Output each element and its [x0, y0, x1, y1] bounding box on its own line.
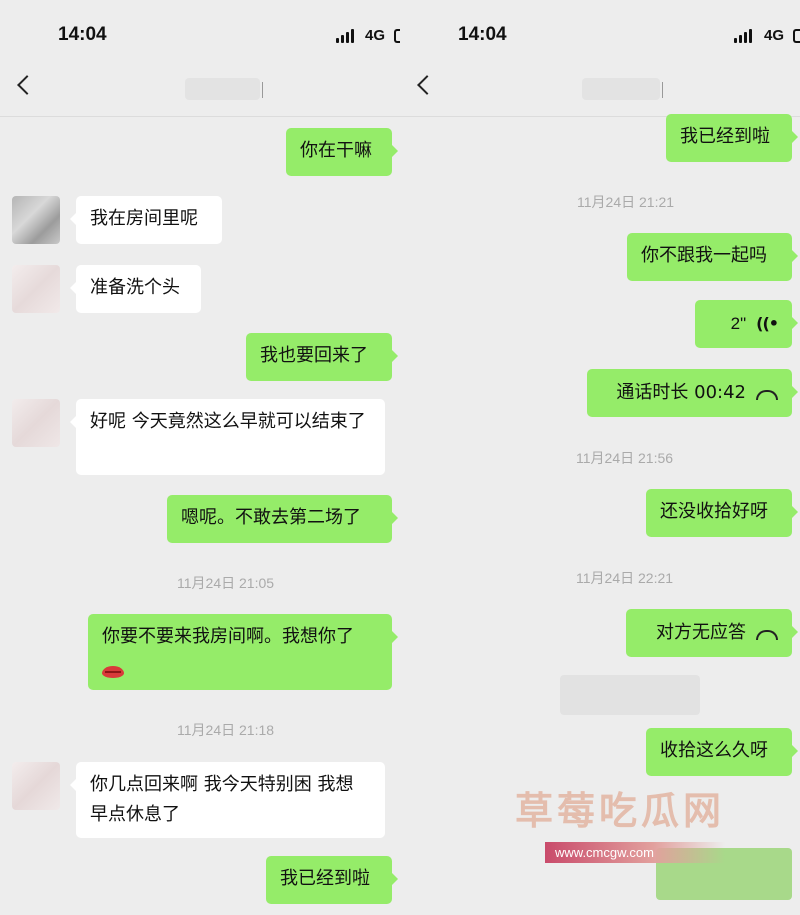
nav-divider	[0, 116, 400, 117]
message-bubble-sent[interactable]: 你要不要来我房间啊。我想你了	[88, 614, 398, 690]
redacted-region	[560, 675, 700, 715]
battery-icon	[793, 29, 800, 43]
message-text: 你要不要来我房间啊。我想你了	[102, 626, 354, 647]
message-text: 还没收拾好呀	[660, 501, 768, 522]
message-bubble-sent[interactable]: 还没收拾好呀	[646, 489, 798, 537]
message-bubble-sent[interactable]: 嗯呢。不敢去第二场了	[167, 495, 398, 543]
voice-duration: 2"	[730, 314, 747, 333]
signal-icon	[734, 29, 754, 43]
message-bubble-sent[interactable]: 收拾这么久呀	[646, 728, 798, 776]
contact-avatar[interactable]	[12, 196, 60, 244]
timestamp: 11月24日 22:21	[576, 570, 674, 586]
signal-icon	[336, 29, 356, 43]
title-separator	[662, 82, 663, 98]
message-bubble-sent[interactable]: 我已经到啦	[666, 114, 798, 162]
message-text: 准备洗个头	[90, 277, 180, 298]
contact-name-blurred	[582, 78, 660, 100]
contact-name-blurred	[185, 78, 260, 100]
call-record-bubble[interactable]: 对方无应答	[626, 609, 798, 657]
message-text: 你不跟我一起吗	[641, 245, 767, 266]
call-record-bubble[interactable]: 通话时长 00:42	[587, 369, 798, 417]
title-separator	[262, 82, 263, 98]
network-label: 4G	[365, 27, 386, 44]
message-bubble-received[interactable]: 好呢 今天竟然这么早就可以结束了	[70, 399, 385, 475]
message-text: 我已经到啦	[680, 126, 770, 147]
watermark-url: www.cmcgw.com	[545, 842, 725, 863]
contact-avatar[interactable]	[12, 762, 60, 810]
message-text: 我已经到啦	[280, 868, 370, 889]
watermark-logo-text: 草莓吃瓜网	[515, 789, 726, 833]
message-text: 你几点回来啊 我今天特别困 我想早点休息了	[90, 774, 354, 825]
back-chevron-icon[interactable]	[17, 75, 37, 95]
phone-hangup-icon	[756, 630, 778, 640]
status-time: 14:04	[58, 24, 107, 45]
timestamp: 11月24日 21:05	[177, 575, 275, 591]
back-chevron-icon[interactable]	[417, 75, 437, 95]
contact-avatar[interactable]	[12, 399, 60, 447]
contact-avatar[interactable]	[12, 265, 60, 313]
right-chat-screen: 14:04 4G 我已经到啦 11月24日 21:21 你不跟我一起吗 2" (…	[400, 0, 800, 915]
timestamp: 11月24日 21:21	[577, 194, 675, 210]
message-bubble-received[interactable]: 你几点回来啊 我今天特别困 我想早点休息了	[70, 762, 385, 838]
left-chat-screen: 14:04 4G 你在干嘛 我在房间里呢 准备洗个头 我也要回来了 好呢 今天竟…	[0, 0, 400, 915]
message-bubble-received[interactable]: 准备洗个头	[70, 265, 201, 313]
message-text: 好呢 今天竟然这么早就可以结束了	[90, 411, 366, 432]
status-time: 14:04	[458, 24, 507, 45]
timestamp: 11月24日 21:18	[177, 722, 275, 738]
voice-message-bubble[interactable]: 2" ((•	[695, 300, 798, 348]
voice-wave-icon: ((•	[756, 314, 779, 333]
message-text: 收拾这么久呀	[660, 740, 768, 761]
message-bubble-sent[interactable]: 你在干嘛	[286, 128, 398, 176]
message-text: 嗯呢。不敢去第二场了	[181, 507, 361, 528]
network-label: 4G	[764, 27, 785, 44]
message-bubble-sent[interactable]: 我已经到啦	[266, 856, 398, 904]
message-text: 你在干嘛	[300, 140, 372, 161]
message-text: 我在房间里呢	[90, 208, 198, 229]
message-bubble-sent[interactable]: 我也要回来了	[246, 333, 398, 381]
lips-emoji-icon	[102, 666, 124, 678]
call-status-text: 对方无应答	[656, 622, 746, 643]
message-bubble-received[interactable]: 我在房间里呢	[70, 196, 222, 244]
message-text: 我也要回来了	[260, 345, 368, 366]
message-bubble-sent[interactable]: 你不跟我一起吗	[627, 233, 798, 281]
timestamp: 11月24日 21:56	[576, 450, 674, 466]
phone-hangup-icon	[756, 390, 778, 400]
call-duration-text: 通话时长 00:42	[616, 382, 746, 403]
